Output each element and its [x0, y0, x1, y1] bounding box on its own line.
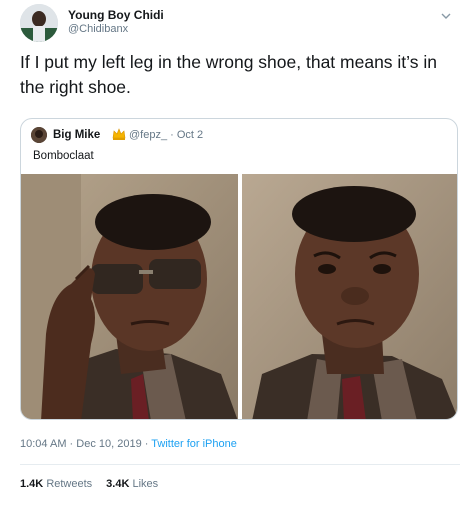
chevron-down-icon[interactable] — [440, 10, 452, 22]
tweet-stats: 1.4K Retweets 3.4K Likes — [20, 478, 158, 490]
tweet-timestamp[interactable]: 10:04 AM · Dec 10, 2019 · — [20, 438, 151, 450]
quoted-author-name: Big Mike — [53, 129, 101, 141]
retweets-stat[interactable]: 1.4K Retweets — [20, 478, 92, 490]
tweet-text: If I put my left leg in the wrong shoe, … — [20, 52, 437, 97]
tweet-meta: 10:04 AM · Dec 10, 2019 · Twitter for iP… — [20, 438, 237, 450]
quoted-handle-date: @fepz_ · Oct 2 — [129, 129, 204, 141]
likes-stat[interactable]: 3.4K Likes — [106, 478, 158, 490]
quoted-media[interactable] — [21, 174, 457, 419]
retweets-count: 1.4K — [20, 478, 44, 490]
quoted-tweet[interactable]: Big Mike @fepz_ · Oct 2 Bombo​claat — [20, 118, 458, 420]
likes-label: Likes — [132, 478, 159, 490]
likes-count: 3.4K — [106, 478, 130, 490]
meme-image-right[interactable] — [242, 174, 457, 419]
meme-image-left[interactable] — [21, 174, 238, 419]
tweet-source-link[interactable]: Twitter for iPhone — [151, 438, 237, 450]
tweet-card: Young Boy Chidi @Chidibanx If I put my l… — [0, 0, 474, 508]
author-avatar[interactable] — [20, 4, 58, 42]
crown-emoji-icon — [112, 128, 126, 140]
retweets-label: Retweets — [46, 478, 93, 490]
divider — [20, 464, 460, 465]
quoted-author-avatar — [31, 127, 47, 143]
author-name[interactable]: Young Boy Chidi — [68, 8, 164, 22]
author-handle[interactable]: @Chidibanx — [68, 23, 128, 35]
quoted-text: Bombo​claat — [33, 150, 94, 162]
